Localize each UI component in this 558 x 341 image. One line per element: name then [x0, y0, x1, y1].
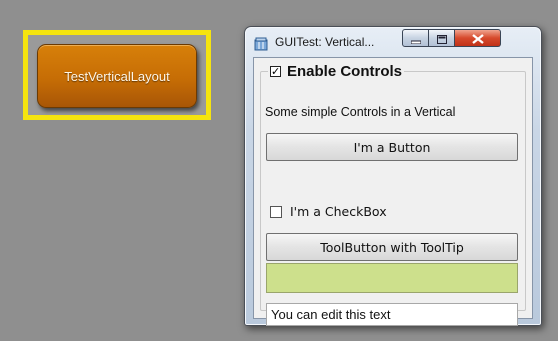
checkbox-label: I'm a CheckBox	[290, 204, 387, 219]
guitest-window: GUITest: Vertical... ✓ Enable Controls S…	[244, 26, 542, 326]
toolbutton-with-tooltip[interactable]: ToolButton with ToolTip	[266, 233, 518, 261]
enable-controls-checkbox[interactable]: ✓	[270, 65, 281, 77]
minimize-icon	[410, 29, 421, 48]
highlight-frame: TestVerticalLayout	[23, 30, 211, 120]
maximize-button[interactable]	[429, 29, 455, 47]
app-window-icon	[253, 36, 269, 56]
im-a-checkbox[interactable]	[270, 205, 282, 218]
enable-controls-label: Enable Controls	[287, 62, 403, 80]
editable-text-field[interactable]: You can edit this text	[266, 303, 518, 326]
checkbox-row[interactable]: I'm a CheckBox	[270, 204, 387, 219]
window-title: GUITest: Vertical...	[275, 35, 375, 49]
maximize-icon	[436, 29, 447, 48]
close-button[interactable]	[455, 29, 501, 47]
im-a-button[interactable]: I'm a Button	[266, 133, 518, 161]
enable-controls-toggle[interactable]: ✓ Enable Controls	[268, 61, 405, 81]
title-bar[interactable]: GUITest: Vertical...	[245, 27, 541, 57]
test-vertical-layout-button[interactable]: TestVerticalLayout	[37, 44, 197, 108]
description-label: Some simple Controls in a Vertical	[265, 105, 456, 119]
color-swatch	[266, 263, 518, 293]
minimize-button[interactable]	[402, 29, 429, 47]
close-icon	[471, 29, 484, 48]
